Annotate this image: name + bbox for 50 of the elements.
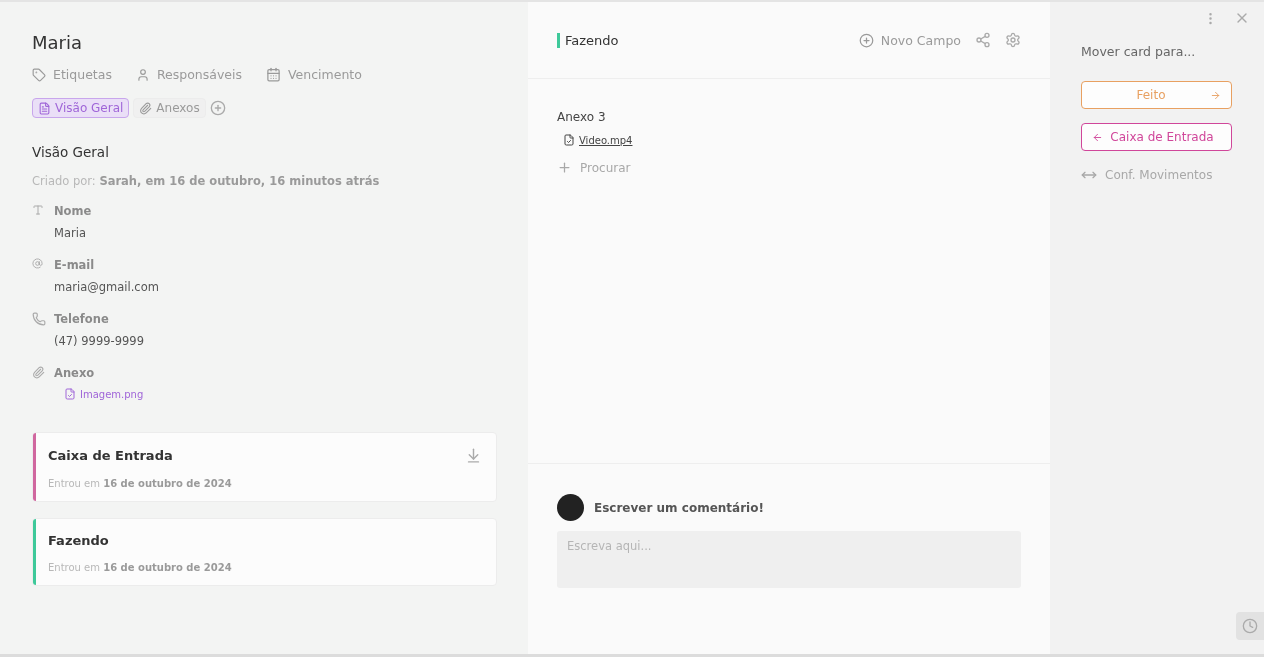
file-link[interactable]: Imagem.png bbox=[54, 388, 497, 400]
new-field-button[interactable]: Novo Campo bbox=[858, 32, 961, 48]
at-sign-icon bbox=[32, 258, 43, 269]
field-label: Anexo bbox=[54, 366, 96, 380]
calendar-icon bbox=[266, 67, 281, 82]
created-by-text: Criado por: Sarah, em 16 de outubro, 16 minutos atrás bbox=[32, 174, 380, 188]
add-tab-button[interactable] bbox=[209, 100, 226, 116]
download-icon[interactable] bbox=[465, 447, 482, 464]
move-title: Mover card para... bbox=[1081, 44, 1197, 59]
phase-name: Fazendo bbox=[48, 533, 109, 548]
field-label: E-mail bbox=[54, 258, 96, 272]
field-label: Nome bbox=[54, 204, 93, 218]
phase-name: Caixa de Entrada bbox=[48, 448, 173, 463]
meta-action[interactable]: Responsáveis bbox=[135, 67, 242, 82]
tag-icon bbox=[32, 67, 46, 82]
comment-title: Escrever um comentário! bbox=[594, 500, 764, 515]
text-cursor-icon bbox=[32, 204, 44, 216]
file-icon bbox=[563, 134, 575, 146]
entered-date: Entrou em 16 de outubro de 2024 bbox=[48, 562, 232, 573]
document-icon bbox=[38, 101, 51, 115]
field-value: Maria bbox=[54, 226, 87, 240]
file-link[interactable]: Video.mp4 bbox=[557, 134, 1021, 146]
move-settings-button[interactable]: Conf. Movimentos bbox=[1081, 167, 1250, 183]
meta-action[interactable]: Etiquetas bbox=[32, 67, 112, 82]
section-title: Visão Geral bbox=[32, 144, 110, 160]
move-button[interactable]: Caixa de Entrada bbox=[1081, 123, 1232, 151]
phase-title: Fazendo bbox=[557, 32, 619, 48]
tab[interactable]: Visão Geral bbox=[32, 98, 130, 118]
field-label: Anexo 3 bbox=[557, 110, 607, 124]
comment-field[interactable]: Escreva aqui... bbox=[557, 531, 1021, 588]
person-icon bbox=[135, 67, 150, 82]
file-icon bbox=[64, 388, 76, 400]
settings-icon[interactable] bbox=[1005, 32, 1021, 48]
add-icon bbox=[858, 32, 874, 48]
card-title: Maria bbox=[32, 32, 83, 53]
tab[interactable]: Anexos bbox=[133, 98, 206, 118]
search-action[interactable]: Procurar bbox=[557, 160, 631, 175]
plus-icon bbox=[557, 160, 572, 175]
share-icon[interactable] bbox=[975, 32, 991, 48]
paperclip-icon bbox=[139, 101, 153, 115]
meta-action[interactable]: Vencimento bbox=[266, 67, 362, 82]
move-button[interactable]: Feito bbox=[1081, 81, 1232, 109]
avatar bbox=[557, 494, 584, 521]
field-label: Telefone bbox=[54, 312, 110, 326]
field-value: (47) 9999-9999 bbox=[54, 334, 145, 348]
phone-icon bbox=[32, 312, 46, 326]
entered-date: Entrou em 16 de outubro de 2024 bbox=[48, 478, 232, 489]
history-icon[interactable] bbox=[1236, 612, 1264, 640]
paperclip-icon bbox=[32, 366, 45, 379]
field-value: maria@gmail.com bbox=[54, 280, 160, 294]
